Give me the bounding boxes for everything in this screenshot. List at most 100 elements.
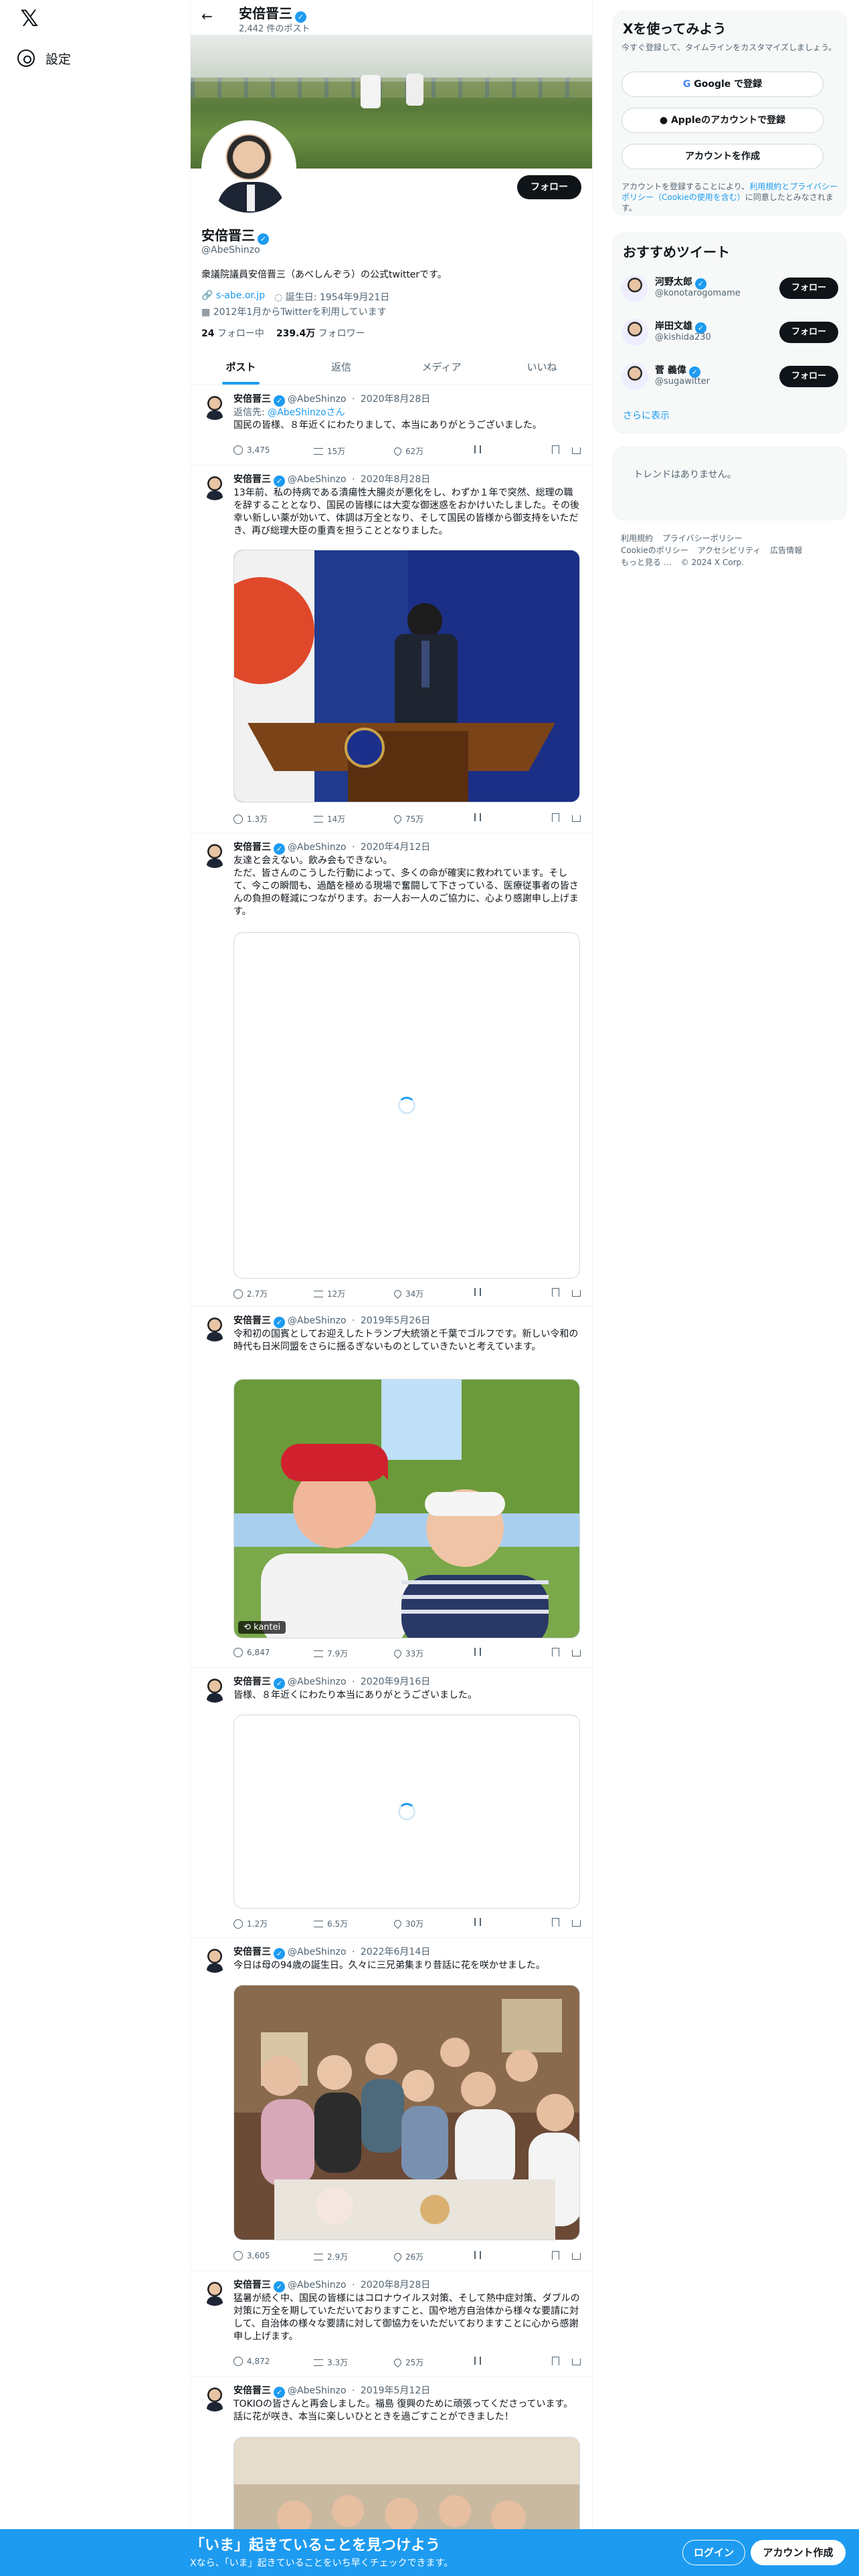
- avatar[interactable]: [622, 319, 648, 346]
- tweet[interactable]: 安倍晋三 ✓ @AbeShinzo · 2020年4月12日 友達と会えない。飲み会…: [191, 833, 592, 1307]
- create-account-button[interactable]: アカウントを作成: [622, 144, 824, 169]
- tweet-author-name[interactable]: 安倍晋三: [233, 474, 271, 485]
- footer-ads[interactable]: 広告情報: [770, 546, 802, 555]
- google-signup-button[interactable]: G Google で登録: [622, 72, 824, 97]
- tweet-date[interactable]: 2020年9月16日: [361, 1677, 430, 1687]
- footer-accessibility[interactable]: アクセシビリティ: [698, 546, 761, 555]
- tab-media[interactable]: メディア: [391, 349, 492, 385]
- tweet[interactable]: 安倍晋三 ✓ @AbeShinzo · 2020年8月28日 猛暑が続く中、国民の皆…: [191, 2271, 592, 2377]
- tweet-media-loading[interactable]: [233, 932, 580, 1279]
- followers-stat[interactable]: 239.4万 フォロワー: [276, 326, 365, 340]
- reply-button[interactable]: 4,872: [233, 2357, 270, 2366]
- views-button[interactable]: [474, 813, 481, 821]
- footer-cookie[interactable]: Cookieのポリシー: [621, 546, 688, 555]
- retweet-button[interactable]: 6.5万: [314, 1918, 348, 1929]
- profile-avatar[interactable]: [201, 120, 296, 215]
- retweet-button[interactable]: 3.3万: [314, 2357, 348, 2368]
- bookmark-button[interactable]: [552, 813, 559, 822]
- like-button[interactable]: 26万: [392, 2251, 423, 2262]
- follow-button[interactable]: フォロー: [779, 366, 838, 387]
- tweet-avatar[interactable]: [201, 473, 228, 500]
- share-button[interactable]: [572, 1288, 581, 1297]
- share-button[interactable]: [572, 813, 581, 822]
- like-button[interactable]: 30万: [392, 1918, 423, 1929]
- reply-button[interactable]: 1.3万: [233, 813, 268, 825]
- avatar[interactable]: [622, 363, 648, 390]
- profile-website-link[interactable]: s-abe.or.jp: [216, 290, 265, 301]
- tweet-date[interactable]: 2020年8月28日: [361, 2280, 430, 2290]
- tweet-date[interactable]: 2022年6月14日: [361, 1947, 430, 1957]
- like-button[interactable]: 33万: [392, 1648, 423, 1659]
- share-button[interactable]: [572, 2251, 581, 2260]
- share-button[interactable]: [572, 445, 581, 454]
- recommended-user[interactable]: 河野太郎 ✓ @konotarogomame フォロー: [622, 271, 838, 304]
- tweet-author-name[interactable]: 安倍晋三: [233, 2385, 271, 2396]
- views-button[interactable]: [474, 2357, 481, 2365]
- share-button[interactable]: [572, 2357, 581, 2365]
- bookmark-button[interactable]: [552, 1918, 559, 1927]
- reply-to-handle[interactable]: @AbeShinzoさん: [268, 407, 345, 418]
- following-stat[interactable]: 24 フォロー中: [201, 326, 264, 340]
- login-button[interactable]: ログイン: [682, 2540, 745, 2565]
- tweet-date[interactable]: 2020年4月12日: [361, 842, 430, 853]
- tweet-media-loading[interactable]: [233, 1715, 580, 1909]
- recommended-user[interactable]: 菅 義偉 ✓ @sugawitter フォロー: [622, 359, 838, 393]
- tweet-author-name[interactable]: 安倍晋三: [233, 394, 271, 405]
- reply-button[interactable]: 1.2万: [233, 1918, 268, 1929]
- tweet-avatar[interactable]: [201, 841, 228, 868]
- tweet[interactable]: 安倍晋三 ✓ @AbeShinzo · 2020年8月28日 返信先: @AbeSh…: [191, 385, 592, 465]
- tweet-author-name[interactable]: 安倍晋三: [233, 1677, 271, 1687]
- tweet-avatar[interactable]: [201, 1315, 228, 1341]
- like-button[interactable]: 75万: [392, 813, 423, 825]
- reply-button[interactable]: 6,847: [233, 1648, 270, 1657]
- tweet[interactable]: 安倍晋三 ✓ @AbeShinzo · 2020年9月16日 皆様、８年近くにわたり…: [191, 1668, 592, 1938]
- retweet-button[interactable]: 14万: [314, 813, 345, 825]
- views-button[interactable]: [474, 2251, 481, 2259]
- retweet-button[interactable]: 2.9万: [314, 2251, 348, 2262]
- tab-replies[interactable]: 返信: [291, 349, 391, 385]
- bookmark-button[interactable]: [552, 1288, 559, 1297]
- tweet[interactable]: 安倍晋三 ✓ @AbeShinzo · 2019年5月26日 令和初の国賓としてお迎…: [191, 1307, 592, 1668]
- footer-terms[interactable]: 利用規約: [621, 534, 653, 543]
- x-logo-icon[interactable]: 𝕏: [17, 7, 41, 31]
- footer-more[interactable]: もっと見る …: [621, 558, 672, 567]
- retweet-button[interactable]: 15万: [314, 445, 345, 457]
- views-button[interactable]: [474, 1918, 481, 1926]
- tweet-avatar[interactable]: [201, 1676, 228, 1703]
- tweet-photo[interactable]: [233, 1985, 580, 2240]
- reply-button[interactable]: 3,475: [233, 445, 270, 455]
- bookmark-button[interactable]: [552, 1648, 559, 1656]
- share-button[interactable]: [572, 1918, 581, 1927]
- like-button[interactable]: 34万: [392, 1288, 423, 1299]
- views-button[interactable]: [474, 1288, 481, 1296]
- retweet-button[interactable]: 7.9万: [314, 1648, 348, 1659]
- tab-likes[interactable]: いいね: [492, 349, 592, 385]
- show-more-link[interactable]: さらに表示: [623, 409, 670, 422]
- tweet-author-name[interactable]: 安倍晋三: [233, 842, 271, 853]
- signup-button[interactable]: アカウント作成: [751, 2540, 846, 2565]
- avatar[interactable]: [622, 275, 648, 302]
- tweet-photo[interactable]: ⟲ kantei: [233, 1379, 580, 1638]
- tweet-avatar[interactable]: [201, 393, 228, 420]
- back-arrow-icon[interactable]: ←: [201, 8, 213, 24]
- tweet-date[interactable]: 2020年8月28日: [361, 474, 430, 485]
- like-button[interactable]: 62万: [392, 445, 423, 457]
- bookmark-button[interactable]: [552, 2251, 559, 2260]
- follow-button[interactable]: フォロー: [779, 322, 838, 343]
- tweet-date[interactable]: 2020年8月28日: [361, 394, 430, 405]
- views-button[interactable]: [474, 1648, 481, 1656]
- tweet-author-name[interactable]: 安倍晋三: [233, 2280, 271, 2290]
- bookmark-button[interactable]: [552, 2357, 559, 2365]
- tweet-avatar[interactable]: [201, 2279, 228, 2306]
- retweet-button[interactable]: 12万: [314, 1288, 345, 1299]
- reply-button[interactable]: 3,605: [233, 2251, 270, 2260]
- views-button[interactable]: [474, 445, 481, 453]
- tweet[interactable]: 安倍晋三 ✓ @AbeShinzo · 2022年6月14日 今日は母の94歳の誕生…: [191, 1938, 592, 2271]
- share-button[interactable]: [572, 1648, 581, 1656]
- tweet-avatar[interactable]: [201, 2385, 228, 2411]
- recommended-user[interactable]: 岸田文雄 ✓ @kishida230 フォロー: [622, 315, 838, 348]
- tweet-author-name[interactable]: 安倍晋三: [233, 1315, 271, 1326]
- follow-button[interactable]: フォロー: [517, 175, 581, 199]
- tweet-date[interactable]: 2019年5月26日: [361, 1315, 430, 1326]
- tweet-date[interactable]: 2019年5月12日: [361, 2385, 430, 2396]
